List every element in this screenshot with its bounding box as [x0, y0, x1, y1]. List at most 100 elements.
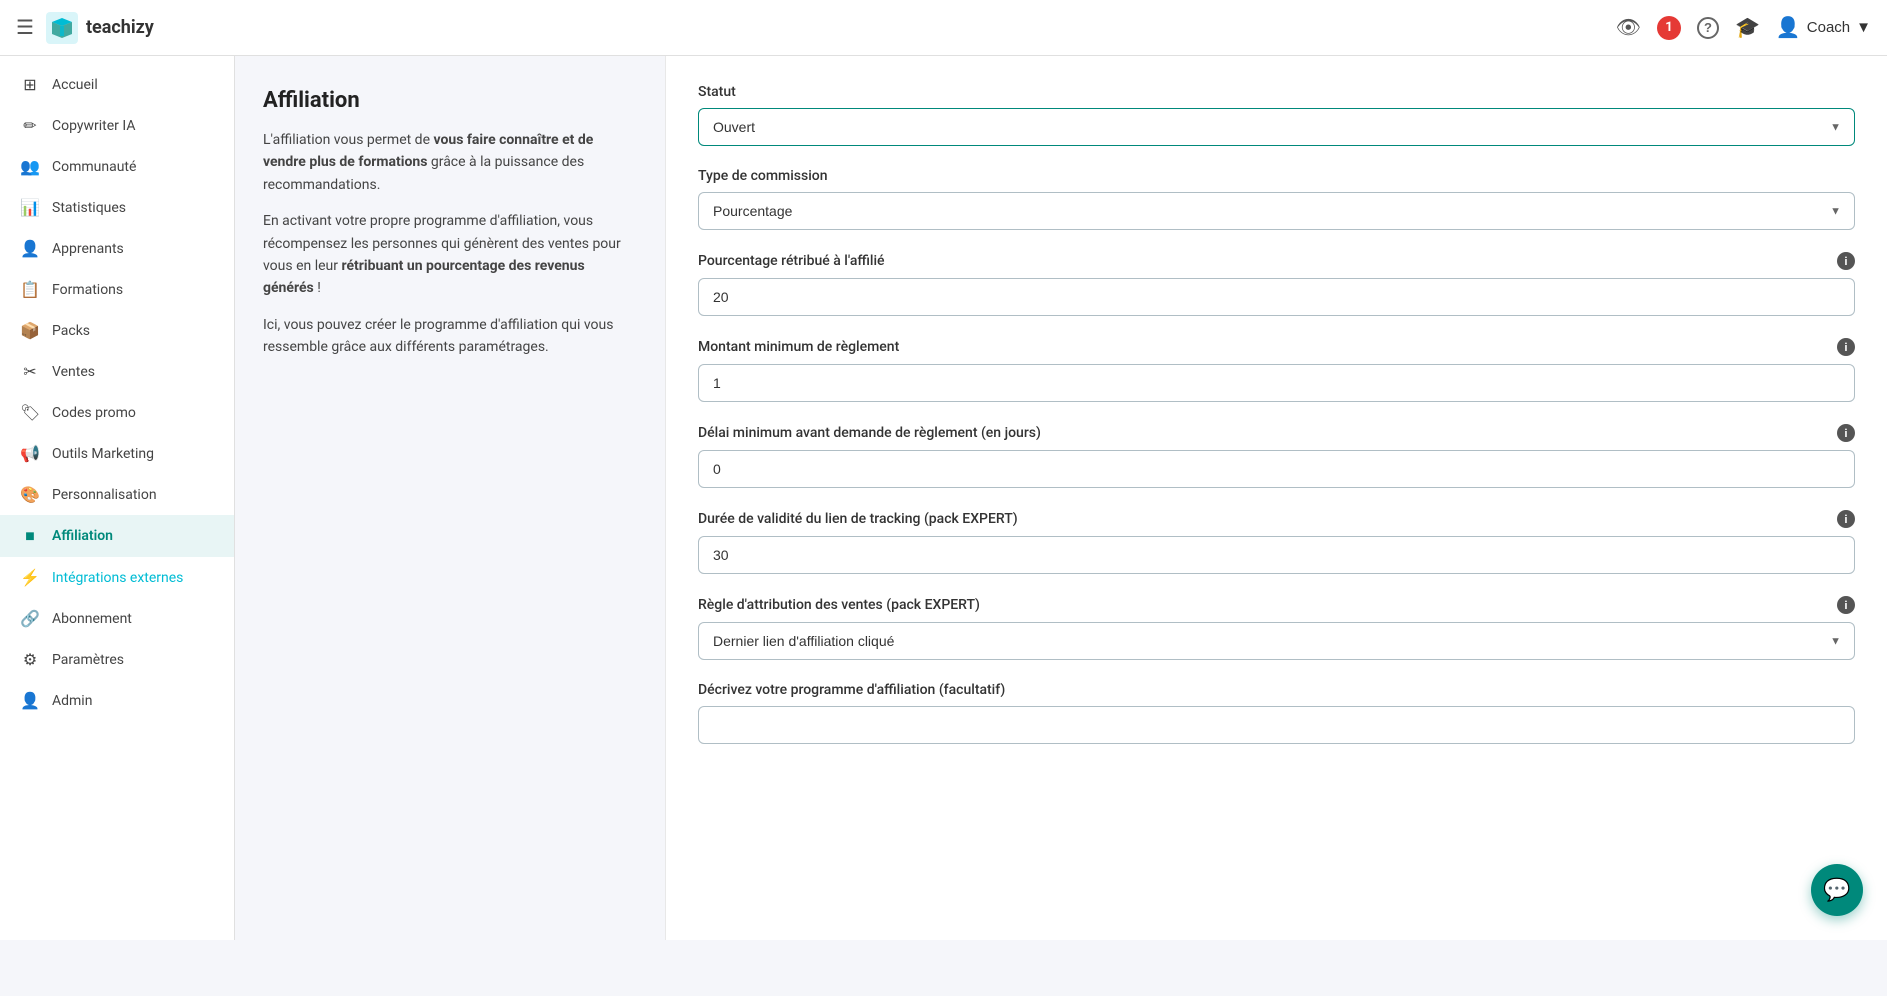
question-icon: ?: [1697, 17, 1719, 39]
sidebar-label-admin: Admin: [52, 693, 92, 709]
duree-tracking-label: Durée de validité du lien de tracking (p…: [698, 511, 1018, 527]
montant-min-group: Montant minimum de règlement i: [698, 338, 1855, 402]
duree-tracking-info-icon[interactable]: i: [1837, 510, 1855, 528]
sidebar-icon-abonnement: 🔗: [20, 609, 40, 628]
type-commission-label: Type de commission: [698, 168, 1855, 184]
statut-label: Statut: [698, 84, 1855, 100]
sidebar-item-statistiques[interactable]: 📊 Statistiques: [0, 187, 234, 228]
regle-attribution-select-wrapper: Dernier lien d'affiliation cliqué Premie…: [698, 622, 1855, 660]
coach-dropdown-button[interactable]: 👤 Coach ▼: [1776, 15, 1871, 40]
sidebar-item-personnalisation[interactable]: 🎨 Personnalisation: [0, 474, 234, 515]
main-content: Affiliation L'affiliation vous permet de…: [235, 56, 1887, 940]
regle-attribution-label-row: Règle d'attribution des ventes (pack EXP…: [698, 596, 1855, 614]
regle-attribution-select[interactable]: Dernier lien d'affiliation cliqué Premie…: [698, 622, 1855, 660]
sidebar-label-copywriter-ia: Copywriter IA: [52, 118, 135, 134]
sidebar-item-packs[interactable]: 📦 Packs: [0, 310, 234, 351]
montant-min-label: Montant minimum de règlement: [698, 339, 899, 355]
sidebar-item-apprenants[interactable]: 👤 Apprenants: [0, 228, 234, 269]
chevron-down-icon: ▼: [1856, 19, 1871, 36]
sidebar-item-integrations-externes[interactable]: ⚡ Intégrations externes: [0, 557, 234, 598]
help-button[interactable]: ?: [1697, 17, 1719, 39]
type-commission-group: Type de commission Pourcentage Montant f…: [698, 168, 1855, 230]
sidebar-label-apprenants: Apprenants: [52, 241, 124, 257]
montant-min-input[interactable]: [698, 364, 1855, 402]
description-group: Décrivez votre programme d'affiliation (…: [698, 682, 1855, 744]
hamburger-icon: ☰: [16, 17, 34, 39]
duree-tracking-input[interactable]: [698, 536, 1855, 574]
duree-tracking-label-row: Durée de validité du lien de tracking (p…: [698, 510, 1855, 528]
sidebar-icon-communaute: 👥: [20, 157, 40, 176]
delai-input[interactable]: [698, 450, 1855, 488]
hamburger-button[interactable]: ☰: [16, 15, 34, 40]
sidebar-icon-accueil: ⊞: [20, 75, 40, 94]
sidebar-icon-integrations-externes: ⚡: [20, 568, 40, 587]
sidebar-label-codes-promo: Codes promo: [52, 405, 136, 421]
sidebar-item-ventes[interactable]: ✂ Ventes: [0, 351, 234, 392]
sidebar-icon-codes-promo: 🏷: [20, 403, 40, 422]
sidebar-item-affiliation[interactable]: ■ Affiliation: [0, 515, 234, 557]
sidebar-item-communaute[interactable]: 👥 Communauté: [0, 146, 234, 187]
sidebar: ⊞ Accueil ✏ Copywriter IA 👥 Communauté 📊…: [0, 56, 235, 940]
montant-min-label-row: Montant minimum de règlement i: [698, 338, 1855, 356]
info-panel: Affiliation L'affiliation vous permet de…: [235, 56, 665, 940]
sidebar-icon-packs: 📦: [20, 321, 40, 340]
sidebar-icon-copywriter-ia: ✏: [20, 116, 40, 135]
sidebar-label-affiliation: Affiliation: [52, 528, 113, 544]
sidebar-icon-apprenants: 👤: [20, 239, 40, 258]
sidebar-icon-personnalisation: 🎨: [20, 485, 40, 504]
pourcentage-label-row: Pourcentage rétribué à l'affilié i: [698, 252, 1855, 270]
coach-label: Coach: [1807, 19, 1850, 36]
statut-select-wrapper: Ouvert Fermé: [698, 108, 1855, 146]
chat-button[interactable]: 💬: [1811, 864, 1863, 916]
navbar-left: ☰ teachizy: [16, 12, 154, 44]
sidebar-item-codes-promo[interactable]: 🏷 Codes promo: [0, 392, 234, 433]
sidebar-item-admin[interactable]: 👤 Admin: [0, 680, 234, 721]
sidebar-item-outils-marketing[interactable]: 📢 Outils Marketing: [0, 433, 234, 474]
sidebar-label-accueil: Accueil: [52, 77, 98, 93]
delai-label-row: Délai minimum avant demande de règlement…: [698, 424, 1855, 442]
statut-select[interactable]: Ouvert Fermé: [698, 108, 1855, 146]
description-label: Décrivez votre programme d'affiliation (…: [698, 682, 1855, 698]
info-paragraph-3: Ici, vous pouvez créer le programme d'af…: [263, 314, 637, 359]
montant-min-info-icon[interactable]: i: [1837, 338, 1855, 356]
sidebar-label-ventes: Ventes: [52, 364, 95, 380]
sidebar-item-formations[interactable]: 📋 Formations: [0, 269, 234, 310]
page-title: Affiliation: [263, 88, 637, 113]
sidebar-icon-affiliation: ■: [20, 526, 40, 546]
sidebar-icon-admin: 👤: [20, 691, 40, 710]
sidebar-label-statistiques: Statistiques: [52, 200, 126, 216]
sidebar-item-abonnement[interactable]: 🔗 Abonnement: [0, 598, 234, 639]
pourcentage-info-icon[interactable]: i: [1837, 252, 1855, 270]
notification-badge[interactable]: 1: [1657, 16, 1681, 40]
sidebar-label-integrations-externes: Intégrations externes: [52, 570, 183, 586]
graduation-icon: 🎓: [1735, 15, 1760, 40]
logo-icon: [46, 12, 78, 44]
graduation-button[interactable]: 🎓: [1735, 15, 1760, 40]
eye-button[interactable]: 👁: [1616, 15, 1641, 40]
sidebar-label-parametres: Paramètres: [52, 652, 124, 668]
chat-icon: 💬: [1823, 877, 1850, 903]
sidebar-label-formations: Formations: [52, 282, 123, 298]
statut-group: Statut Ouvert Fermé: [698, 84, 1855, 146]
pourcentage-input[interactable]: [698, 278, 1855, 316]
sidebar-item-accueil[interactable]: ⊞ Accueil: [0, 64, 234, 105]
regle-attribution-group: Règle d'attribution des ventes (pack EXP…: [698, 596, 1855, 660]
type-commission-select[interactable]: Pourcentage Montant fixe: [698, 192, 1855, 230]
navbar-right: 👁 1 ? 🎓 👤 Coach ▼: [1616, 15, 1871, 40]
pourcentage-group: Pourcentage rétribué à l'affilié i: [698, 252, 1855, 316]
sidebar-label-outils-marketing: Outils Marketing: [52, 446, 154, 462]
sidebar-icon-outils-marketing: 📢: [20, 444, 40, 463]
regle-attribution-label: Règle d'attribution des ventes (pack EXP…: [698, 597, 980, 613]
description-input[interactable]: [698, 706, 1855, 744]
sidebar-item-parametres[interactable]: ⚙ Paramètres: [0, 639, 234, 680]
delai-info-icon[interactable]: i: [1837, 424, 1855, 442]
pourcentage-label: Pourcentage rétribué à l'affilié: [698, 253, 885, 269]
info-paragraph-2: En activant votre propre programme d'aff…: [263, 210, 637, 300]
delai-group: Délai minimum avant demande de règlement…: [698, 424, 1855, 488]
sidebar-label-personnalisation: Personnalisation: [52, 487, 157, 503]
logo: teachizy: [46, 12, 154, 44]
regle-attribution-info-icon[interactable]: i: [1837, 596, 1855, 614]
sidebar-item-copywriter-ia[interactable]: ✏ Copywriter IA: [0, 105, 234, 146]
layout: ⊞ Accueil ✏ Copywriter IA 👥 Communauté 📊…: [0, 56, 1887, 940]
info-paragraph-1: L'affiliation vous permet de vous faire …: [263, 129, 637, 196]
